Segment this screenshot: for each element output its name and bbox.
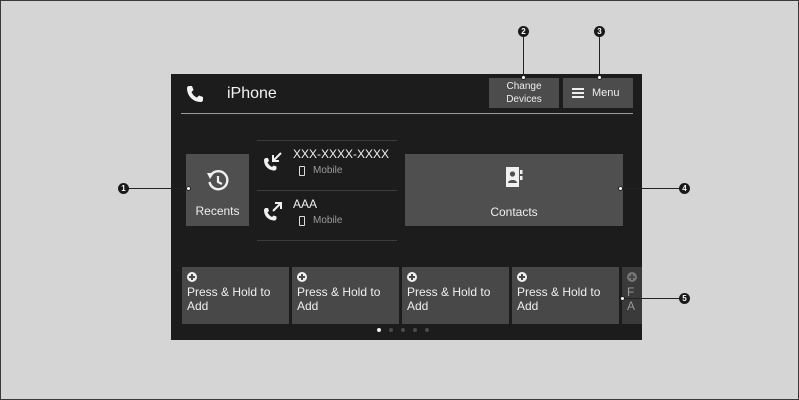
add-icon: [297, 272, 307, 282]
shortcut-label-line1: F: [627, 285, 635, 299]
callout-number: 1: [118, 183, 129, 194]
phone-screen: iPhone Change Devices Menu Recents XXX-X…: [171, 74, 642, 340]
recent-call-name: AAA: [293, 197, 318, 211]
shortcut-label-line2: Add: [407, 299, 429, 313]
callout-number: 5: [679, 293, 690, 304]
shortcut-label-line1: Press & Hold to: [407, 285, 491, 299]
recents-button[interactable]: Recents: [186, 154, 249, 226]
change-devices-label-line2: Devices: [506, 94, 542, 105]
callout-number: 4: [679, 183, 690, 194]
recent-list-divider: [257, 240, 397, 241]
callout-line: [129, 188, 187, 189]
mobile-phone-icon: [299, 216, 305, 226]
shortcut-slot[interactable]: Press & Hold to Add: [182, 267, 289, 324]
menu-button[interactable]: Menu: [563, 78, 633, 108]
callout-number: 3: [594, 26, 605, 37]
page-title: iPhone: [227, 85, 277, 102]
shortcut-label-line2: A: [627, 299, 636, 313]
callout-marker: [521, 75, 526, 80]
callout-line: [625, 298, 679, 299]
page-indicator-dot: [401, 328, 405, 332]
history-icon: [207, 170, 229, 191]
phone-icon: [187, 86, 203, 102]
shortcut-label-line2: Add: [187, 299, 209, 313]
shortcut-label-line1: Press & Hold to: [187, 285, 271, 299]
recent-call-row[interactable]: XXX-XXXX-XXXX Mobile: [257, 141, 397, 189]
callout-marker: [186, 186, 191, 191]
outgoing-call-icon: [264, 202, 282, 221]
shortcut-slot[interactable]: Press & Hold to Add: [512, 267, 619, 324]
callout-line: [523, 37, 524, 77]
change-devices-button[interactable]: Change Devices: [489, 78, 559, 108]
callout-line: [623, 188, 679, 189]
incoming-call-icon: [264, 152, 282, 171]
recent-call-name: XXX-XXXX-XXXX: [293, 147, 390, 161]
page-indicator-dot: [413, 328, 417, 332]
add-icon: [627, 272, 637, 282]
add-icon: [407, 272, 417, 282]
shortcut-label-line1: Press & Hold to: [297, 285, 381, 299]
add-icon: [517, 272, 527, 282]
shortcut-label-line1: Press & Hold to: [517, 285, 601, 299]
contacts-label: Contacts: [490, 205, 538, 219]
header-divider: [181, 113, 633, 114]
shortcut-slot[interactable]: Press & Hold to Add: [292, 267, 399, 324]
mobile-phone-icon: [299, 166, 305, 176]
hamburger-icon: [572, 88, 584, 98]
recent-call-type: Mobile: [313, 215, 343, 226]
contacts-book-icon: [506, 167, 523, 187]
callout-marker: [597, 75, 602, 80]
shortcut-slot[interactable]: Press & Hold to Add: [402, 267, 509, 324]
shortcut-label-line2: Add: [517, 299, 539, 313]
page-indicator-dot-active: [377, 328, 381, 332]
callout-number: 2: [518, 26, 529, 37]
shortcut-slot-partial[interactable]: F A: [622, 267, 642, 324]
add-icon: [187, 272, 197, 282]
page-indicator-dot: [425, 328, 429, 332]
contacts-button[interactable]: Contacts: [405, 154, 623, 226]
menu-label: Menu: [592, 87, 620, 99]
recent-call-type: Mobile: [313, 165, 343, 176]
recent-call-row[interactable]: AAA Mobile: [257, 191, 397, 239]
change-devices-label-line1: Change: [506, 81, 542, 92]
callout-line: [599, 37, 600, 77]
recents-label: Recents: [195, 204, 240, 218]
shortcut-label-line2: Add: [297, 299, 319, 313]
page-indicator-dot: [389, 328, 393, 332]
